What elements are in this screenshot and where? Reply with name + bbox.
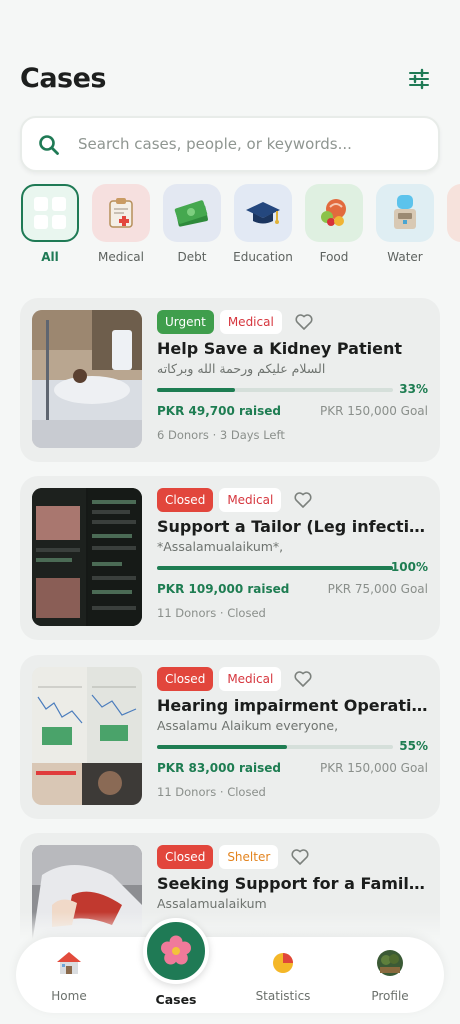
nav-label: Profile xyxy=(371,989,409,1003)
category-badge: Medical xyxy=(219,310,282,334)
category-box xyxy=(92,184,150,242)
food-icon xyxy=(321,199,346,226)
progress-percent: 33% xyxy=(399,382,428,396)
category-label: Debt xyxy=(177,250,207,264)
category-box xyxy=(376,184,434,242)
goal-amount: PKR 150,000 Goal xyxy=(319,761,428,775)
status-badge: Closed xyxy=(157,488,214,512)
amount-raised: PKR 109,000 raised xyxy=(157,582,290,596)
search-input[interactable] xyxy=(78,130,418,158)
case-subtitle: Assalamualaikum xyxy=(157,896,267,911)
progress-bar xyxy=(157,388,393,392)
status-badge: Closed xyxy=(157,845,214,869)
progress-bar xyxy=(157,566,393,570)
money-icon xyxy=(174,200,208,227)
amount-raised: PKR 49,700 raised xyxy=(157,404,281,418)
category-all[interactable]: All xyxy=(20,184,80,264)
case-title: Support a Tailor (Leg infection) xyxy=(157,517,432,536)
filter-sliders-icon[interactable] xyxy=(408,68,430,90)
status-badge: Closed xyxy=(157,667,214,691)
category-debt[interactable]: Debt xyxy=(162,184,222,264)
pie-chart-icon xyxy=(273,953,293,973)
case-meta: 11 Donors · Closed xyxy=(157,785,266,799)
category-box xyxy=(21,184,79,242)
bottom-nav: Home Statistics Profile xyxy=(16,937,444,1013)
graduation-cap-icon xyxy=(246,202,280,224)
progress-percent: 55% xyxy=(399,739,428,753)
category-label: Education xyxy=(233,250,293,264)
category-box xyxy=(163,184,221,242)
case-tags: Closed Medical xyxy=(157,488,313,512)
nav-home[interactable]: Home xyxy=(29,949,109,1003)
category-label: Food xyxy=(319,250,349,264)
avatar xyxy=(377,950,403,976)
category-filter-row: All Medical Debt Education Food Water xyxy=(20,184,460,264)
case-image xyxy=(32,310,142,448)
case-subtitle: *Assalamualaikum*, xyxy=(157,539,284,554)
category-badge: Medical xyxy=(219,667,282,691)
category-badge: Shelter xyxy=(219,845,279,869)
heart-icon[interactable] xyxy=(293,669,313,689)
home-icon xyxy=(57,952,81,974)
category-badge: Medical xyxy=(219,488,282,512)
goal-amount: PKR 75,000 Goal xyxy=(327,582,428,596)
case-title: Seeking Support for a Family in Need xyxy=(157,874,432,893)
progress-fill xyxy=(157,388,235,392)
category-box xyxy=(447,184,460,242)
progress-fill xyxy=(157,566,393,570)
case-title: Help Save a Kidney Patient xyxy=(157,339,402,358)
case-tags: Closed Medical xyxy=(157,667,313,691)
case-card[interactable]: Urgent Medical Help Save a Kidney Patien… xyxy=(20,298,440,462)
flower-icon xyxy=(161,935,191,965)
nav-label-cases: Cases xyxy=(155,992,197,1007)
heart-icon[interactable] xyxy=(293,490,313,510)
heart-icon[interactable] xyxy=(294,312,314,332)
search-icon xyxy=(39,135,59,155)
category-next-partial[interactable] xyxy=(446,184,460,242)
case-image xyxy=(32,488,142,626)
grid-icon xyxy=(34,197,66,229)
category-label: All xyxy=(41,250,59,264)
amount-raised: PKR 83,000 raised xyxy=(157,761,281,775)
nav-statistics[interactable]: Statistics xyxy=(243,949,323,1003)
medical-clipboard-icon xyxy=(109,198,133,228)
nav-label: Statistics xyxy=(255,989,311,1003)
nav-cases-button[interactable] xyxy=(143,918,209,984)
category-label: Water xyxy=(387,250,423,264)
case-meta: 6 Donors · 3 Days Left xyxy=(157,428,285,442)
category-label: Medical xyxy=(98,250,144,264)
water-dispenser-icon xyxy=(394,195,416,229)
progress-percent: 100% xyxy=(390,560,428,574)
case-card[interactable]: Closed Medical Support a Tailor (Leg inf… xyxy=(20,476,440,640)
heart-icon[interactable] xyxy=(290,847,310,867)
case-meta: 11 Donors · Closed xyxy=(157,606,266,620)
category-education[interactable]: Education xyxy=(233,184,293,264)
case-subtitle: السلام عليكم ورحمة الله وبركاته xyxy=(157,361,326,376)
case-tags: Urgent Medical xyxy=(157,310,314,334)
case-subtitle: Assalamu Alaikum everyone, xyxy=(157,718,339,733)
category-food[interactable]: Food xyxy=(304,184,364,264)
goal-amount: PKR 150,000 Goal xyxy=(319,404,428,418)
nav-profile[interactable]: Profile xyxy=(350,949,430,1003)
header: Cases xyxy=(20,58,440,100)
progress-fill xyxy=(157,745,287,749)
case-tags: Closed Shelter xyxy=(157,845,310,869)
case-card[interactable]: Closed Medical Hearing impairment Operat… xyxy=(20,655,440,819)
case-image xyxy=(32,667,142,805)
category-box xyxy=(305,184,363,242)
case-title: Hearing impairment Operation xyxy=(157,696,432,715)
category-medical[interactable]: Medical xyxy=(91,184,151,264)
progress-bar xyxy=(157,745,393,749)
nav-label: Home xyxy=(51,989,87,1003)
category-box xyxy=(234,184,292,242)
search-bar[interactable] xyxy=(20,116,440,172)
page-title: Cases xyxy=(20,63,107,94)
status-badge: Urgent xyxy=(157,310,214,334)
category-water[interactable]: Water xyxy=(375,184,435,264)
